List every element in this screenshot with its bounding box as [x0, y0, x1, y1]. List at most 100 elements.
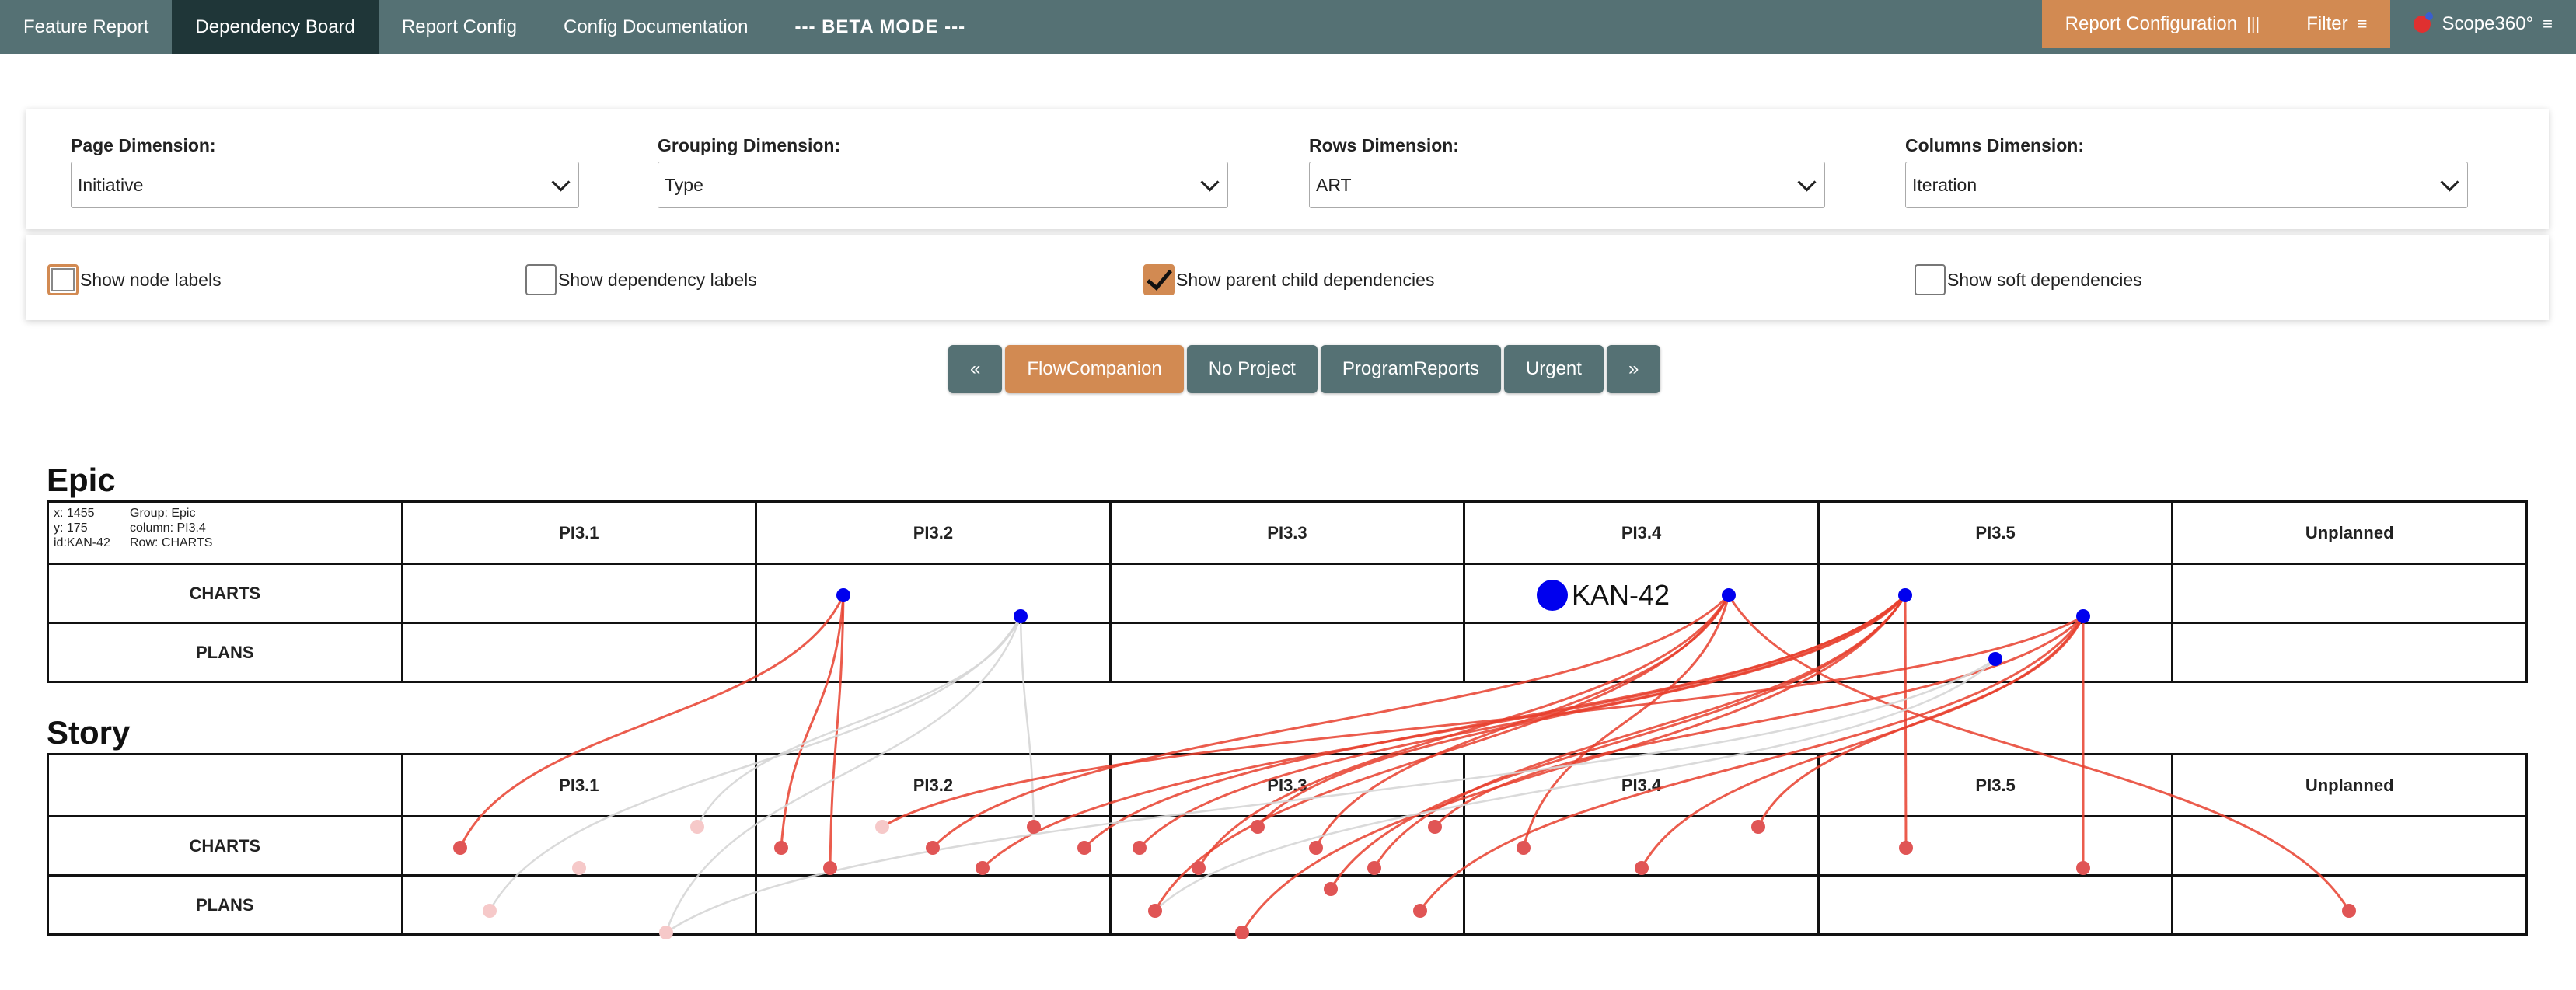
board-header-row: PI3.1 PI3.2 PI3.3 PI3.4 PI3.5 Unplanned: [47, 753, 2528, 817]
columns-dimension-label: Columns Dimension:: [1905, 135, 2085, 155]
menu-icon: ≡: [2357, 14, 2368, 33]
show-parent-child-checkbox[interactable]: [1143, 263, 1175, 295]
board-row: PLANS: [47, 874, 2528, 936]
chevron-down-icon: [1797, 172, 1817, 192]
hamburger-icon: ≡: [2543, 14, 2553, 33]
columns-icon: |||: [2246, 14, 2260, 33]
show-parent-child-option: Show parent child dependencies: [1143, 263, 1434, 295]
board-cell: [1817, 563, 2174, 624]
nav-config-documentation[interactable]: Config Documentation: [540, 0, 771, 54]
show-parent-child-label[interactable]: Show parent child dependencies: [1176, 270, 1434, 291]
debug-column: column: PI3.4: [130, 521, 206, 535]
board-cell: [755, 815, 1112, 877]
board-cell: [2171, 563, 2528, 624]
dimension-panel: Page Dimension: Initiative Grouping Dime…: [26, 109, 2549, 229]
board-cell: [1463, 874, 1820, 936]
column-header: PI3.1: [400, 753, 758, 817]
show-node-labels-checkbox[interactable]: [47, 264, 79, 295]
board-cell: [1817, 815, 2174, 877]
row-header: CHARTS: [47, 815, 403, 877]
column-header: PI3.4: [1463, 500, 1820, 565]
page-dimension-value: Initiative: [78, 174, 144, 195]
top-navigation-bar: Feature Report Dependency Board Report C…: [0, 0, 2576, 54]
report-configuration-label: Report Configuration: [2065, 13, 2238, 34]
board-row: PLANS: [47, 622, 2528, 683]
nav-feature-report[interactable]: Feature Report: [0, 0, 172, 54]
nav-right-group: Report Configuration ||| Filter ≡ Scope3…: [2041, 0, 2576, 48]
chevron-down-icon: [551, 172, 571, 192]
filter-label: Filter: [2306, 13, 2348, 34]
board-cell: [400, 563, 758, 624]
show-soft-dependencies-checkbox[interactable]: [1915, 264, 1946, 295]
project-no-project-button[interactable]: No Project: [1186, 345, 1318, 393]
board-row: CHARTS: [47, 815, 2528, 877]
column-header: PI3.3: [1108, 753, 1466, 817]
project-flowcompanion-button[interactable]: FlowCompanion: [1005, 345, 1184, 393]
board-cell: [400, 874, 758, 936]
beta-mode-label: --- BETA MODE ---: [794, 16, 966, 37]
rows-dimension-label: Rows Dimension:: [1309, 135, 1459, 155]
group-title-story: Story: [47, 714, 131, 751]
debug-info-cell: x: 1455 y: 175 id:KAN-42 Group: Epic col…: [47, 500, 403, 565]
rows-dimension-select[interactable]: ART: [1309, 162, 1825, 208]
debug-y: y: 175: [54, 521, 88, 535]
chevron-down-icon: [2440, 172, 2459, 192]
pager-next-button[interactable]: »: [1606, 345, 1661, 393]
show-node-labels-option: Show node labels: [47, 264, 222, 295]
board-cell: [400, 815, 758, 877]
column-header: PI3.5: [1817, 500, 2174, 565]
report-configuration-button[interactable]: Report Configuration |||: [2041, 0, 2284, 48]
page-dimension: Page Dimension: Initiative: [71, 135, 579, 208]
show-soft-dependencies-label[interactable]: Show soft dependencies: [1947, 270, 2142, 291]
nav-dependency-board[interactable]: Dependency Board: [172, 0, 379, 54]
board-cell: [1108, 874, 1466, 936]
column-header: PI3.1: [400, 500, 758, 565]
board-cell: [2171, 874, 2528, 936]
show-soft-dependencies-option: Show soft dependencies: [1915, 264, 2142, 295]
board-header-row: x: 1455 y: 175 id:KAN-42 Group: Epic col…: [47, 500, 2528, 565]
board-cell: [1463, 815, 1820, 877]
board-cell: [755, 622, 1112, 683]
project-programreports-button[interactable]: ProgramReports: [1320, 345, 1501, 393]
grouping-dimension-value: Type: [665, 174, 703, 195]
page-dimension-select[interactable]: Initiative: [71, 162, 579, 208]
pager-prev-button[interactable]: «: [948, 345, 1003, 393]
board-cell: [1817, 622, 2174, 683]
group-title-epic: Epic: [47, 462, 116, 498]
show-node-labels-label[interactable]: Show node labels: [80, 270, 222, 291]
brand-name: Scope360°: [2442, 13, 2534, 34]
show-dependency-labels-label[interactable]: Show dependency labels: [558, 270, 757, 291]
row-header: PLANS: [47, 874, 403, 936]
grouping-dimension: Grouping Dimension: Type: [658, 135, 1228, 208]
board-cell: [1463, 622, 1820, 683]
nav-report-config[interactable]: Report Config: [379, 0, 540, 54]
column-header: PI3.4: [1463, 753, 1820, 817]
board-cell: [1108, 815, 1466, 877]
grouping-dimension-select[interactable]: Type: [658, 162, 1228, 208]
columns-dimension-value: Iteration: [1912, 174, 1977, 195]
rows-dimension: Rows Dimension: ART: [1309, 135, 1825, 208]
column-header: Unplanned: [2171, 500, 2528, 565]
show-dependency-labels-checkbox[interactable]: [525, 264, 557, 295]
brand-menu-button[interactable]: Scope360° ≡: [2390, 0, 2576, 48]
columns-dimension-select[interactable]: Iteration: [1905, 162, 2468, 208]
debug-id: id:KAN-42: [54, 536, 110, 549]
row-header: CHARTS: [47, 563, 403, 624]
options-panel: Show node labels Show dependency labels …: [26, 235, 2549, 320]
epic-board: x: 1455 y: 175 id:KAN-42 Group: Epic col…: [47, 500, 2528, 683]
project-urgent-button[interactable]: Urgent: [1503, 345, 1604, 393]
board-cell: [2171, 622, 2528, 683]
board-cell: [1817, 874, 2174, 936]
brand-logo-icon: [2414, 12, 2434, 33]
column-header: PI3.2: [755, 753, 1112, 817]
board-cell: [1463, 563, 1820, 624]
column-header: PI3.3: [1108, 500, 1466, 565]
board-cell: [1108, 622, 1466, 683]
column-header: Unplanned: [2171, 753, 2528, 817]
show-dependency-labels-option: Show dependency labels: [525, 264, 757, 295]
board-cell: [755, 874, 1112, 936]
story-board: PI3.1 PI3.2 PI3.3 PI3.4 PI3.5 Unplanned …: [47, 753, 2528, 936]
column-header: PI3.5: [1817, 753, 2174, 817]
page-dimension-label: Page Dimension:: [71, 135, 216, 155]
filter-button[interactable]: Filter ≡: [2283, 0, 2391, 48]
